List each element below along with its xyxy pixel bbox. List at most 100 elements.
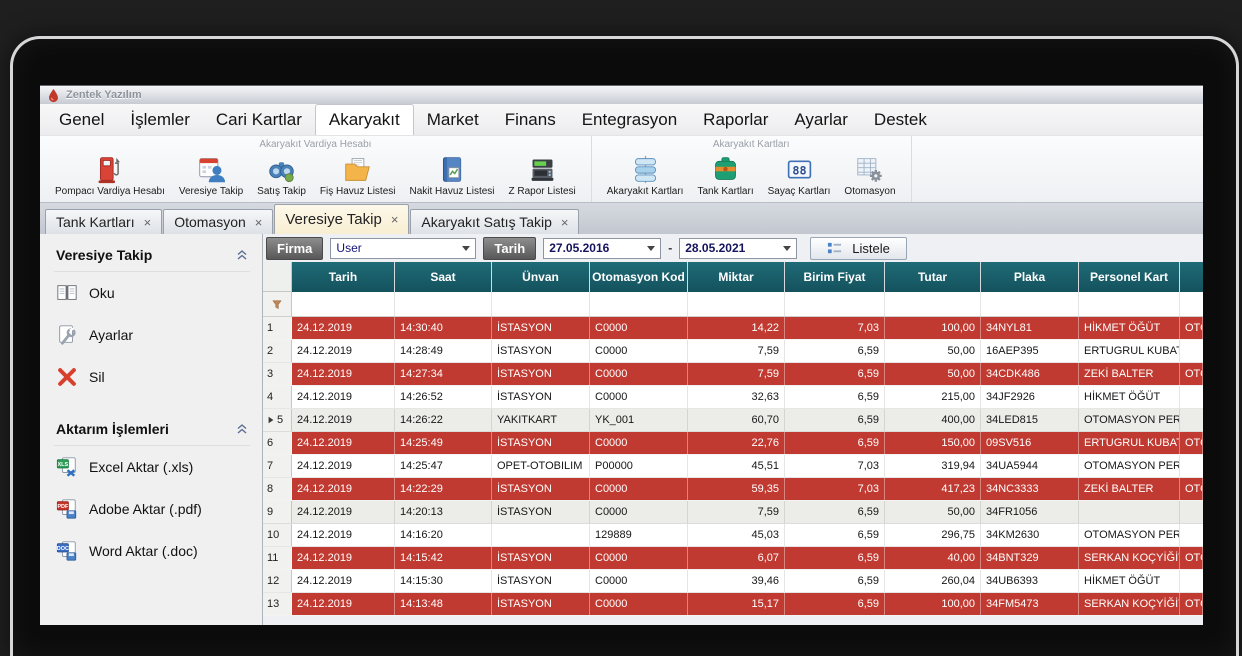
table-row[interactable]: 524.12.201914:26:22YAKITKARTYK_00160,706… <box>263 409 1203 432</box>
column-header-tutar[interactable]: Tutar <box>885 262 981 292</box>
table-cell: 24.12.2019 <box>292 593 395 615</box>
column-header-miktar[interactable]: Miktar <box>688 262 785 292</box>
filter-cell[interactable] <box>292 292 395 316</box>
tab-close-icon[interactable]: × <box>144 215 152 230</box>
ribbon-button-akaryakit-kartlari[interactable]: Akaryakıt Kartları <box>600 153 691 199</box>
menu-item-market[interactable]: Market <box>414 104 492 135</box>
table-cell: 100,00 <box>885 593 981 615</box>
column-header-unvan[interactable]: Ünvan <box>492 262 590 292</box>
table-row[interactable]: 424.12.201914:26:52İSTASYONC000032,636,5… <box>263 386 1203 409</box>
ribbon-button-otomasyon[interactable]: Otomasyon <box>837 153 902 199</box>
table-cell: 260,04 <box>885 570 981 592</box>
table-row[interactable]: 1024.12.201914:16:2012988945,036,59296,7… <box>263 524 1203 547</box>
filter-cell[interactable] <box>590 292 688 316</box>
table-row[interactable]: 1224.12.201914:15:30İSTASYONC000039,466,… <box>263 570 1203 593</box>
menu-item-akaryakit[interactable]: Akaryakıt <box>315 104 414 135</box>
menu-item-cari-kartlar[interactable]: Cari Kartlar <box>203 104 315 135</box>
firma-select[interactable]: User <box>330 238 476 259</box>
table-cell: 15,17 <box>688 593 785 615</box>
sidebar-item-sil[interactable]: Sil <box>54 356 250 398</box>
column-header-personel-kart[interactable]: Personel Kart <box>1079 262 1180 292</box>
ribbon-button-tank-kartlari[interactable]: Tank Kartları <box>690 153 760 199</box>
filter-cell[interactable] <box>395 292 492 316</box>
table-row[interactable]: 1324.12.201914:13:48İSTASYONC000015,176,… <box>263 593 1203 616</box>
column-header-extra[interactable] <box>1180 262 1203 292</box>
filter-toolbar: Firma User Tarih 27.05.2016 - 28.05.2021 <box>263 234 1203 262</box>
filter-cell[interactable] <box>885 292 981 316</box>
column-header-plaka[interactable]: Plaka <box>981 262 1079 292</box>
table-row[interactable]: 924.12.201914:20:13İSTASYONC00007,596,59… <box>263 501 1203 524</box>
ribbon-button-sayac-kartlari[interactable]: 88Sayaç Kartları <box>761 153 838 199</box>
table-cell: 34NC3333 <box>981 478 1079 500</box>
column-header-otomasyon-kod[interactable]: Otomasyon Kod <box>590 262 688 292</box>
menu-item-raporlar[interactable]: Raporlar <box>690 104 781 135</box>
menu-item-finans[interactable]: Finans <box>492 104 569 135</box>
filter-cell[interactable] <box>492 292 590 316</box>
table-cell: 34CDK486 <box>981 363 1079 385</box>
sidebar-item-ayarlar[interactable]: Ayarlar <box>54 314 250 356</box>
table-row[interactable]: 824.12.201914:22:29İSTASYONC000059,357,0… <box>263 478 1203 501</box>
row-indicator: 7 <box>263 455 292 477</box>
tab-veresiye-takip[interactable]: Veresiye Takip× <box>274 204 409 234</box>
listele-button[interactable]: Listele <box>810 237 907 260</box>
table-filter-row[interactable] <box>263 292 1203 317</box>
row-number: 10 <box>267 529 279 541</box>
ribbon-button-satis-takip[interactable]: Satış Takip <box>250 153 313 199</box>
date-from-select[interactable]: 27.05.2016 <box>543 238 661 259</box>
sidebar-item-oku[interactable]: Oku <box>54 272 250 314</box>
table-cell <box>1180 386 1203 408</box>
ribbon-button-nakit-havuz-listesi[interactable]: Nakit Havuz Listesi <box>402 153 501 199</box>
filter-cell[interactable] <box>688 292 785 316</box>
row-indicator: 4 <box>263 386 292 408</box>
tarih-label: Tarih <box>483 237 536 260</box>
row-number: 5 <box>277 414 283 426</box>
table-cell: 129889 <box>590 524 688 546</box>
ribbon-button-z-rapor-listesi[interactable]: Z Rapor Listesi <box>502 153 583 199</box>
table-cell: İSTASYON <box>492 340 590 362</box>
filter-cell[interactable] <box>1079 292 1180 316</box>
row-indicator-header <box>263 262 292 292</box>
table-row[interactable]: 224.12.201914:28:49İSTASYONC00007,596,59… <box>263 340 1203 363</box>
tab-close-icon[interactable]: × <box>255 215 263 230</box>
column-header-tarih[interactable]: Tarih <box>292 262 395 292</box>
table-cell: 14:26:52 <box>395 386 492 408</box>
sidebar-item-excel-aktar-xls[interactable]: XLSExcel Aktar (.xls) <box>54 446 250 488</box>
table-cell: 59,35 <box>688 478 785 500</box>
date-to-select[interactable]: 28.05.2021 <box>679 238 797 259</box>
table-cell <box>1180 455 1203 477</box>
sidebar-item-adobe-aktar-pdf[interactable]: PDFAdobe Aktar (.pdf) <box>54 488 250 530</box>
menu-item-genel[interactable]: Genel <box>46 104 117 135</box>
filter-cell[interactable] <box>1180 292 1203 316</box>
filter-cell[interactable] <box>785 292 885 316</box>
sidebar-section-header-aktarim-islemleri[interactable]: Aktarım İşlemleri <box>54 414 250 446</box>
table-cell <box>1180 524 1203 546</box>
menu-item-destek[interactable]: Destek <box>861 104 940 135</box>
column-header-birim-fiyat[interactable]: Birim Fiyat <box>785 262 885 292</box>
table-cell: HİKMET ÖĞÜT <box>1079 317 1180 339</box>
column-header-saat[interactable]: Saat <box>395 262 492 292</box>
ribbon-button-fis-havuz-listesi[interactable]: Fiş Havuz Listesi <box>313 153 403 199</box>
tab-close-icon[interactable]: × <box>391 212 399 227</box>
tab-tank-kartlari[interactable]: Tank Kartları× <box>45 209 162 234</box>
menu-item-ayarlar[interactable]: Ayarlar <box>781 104 861 135</box>
ribbon-button-pompaci-vardiya-hesabi[interactable]: Pompacı Vardiya Hesabı <box>48 153 172 199</box>
menu-item-islemler[interactable]: İşlemler <box>117 104 203 135</box>
app-logo-icon <box>46 88 61 103</box>
tab-close-icon[interactable]: × <box>561 215 569 230</box>
row-indicator: 10 <box>263 524 292 546</box>
table-row[interactable]: 724.12.201914:25:47OPET-OTOBILIMP0000045… <box>263 455 1203 478</box>
table-row[interactable]: 124.12.201914:30:40İSTASYONC000014,227,0… <box>263 317 1203 340</box>
table-row[interactable]: 1124.12.201914:15:42İSTASYONC00006,076,5… <box>263 547 1203 570</box>
sidebar-item-word-aktar-doc[interactable]: DOCWord Aktar (.doc) <box>54 530 250 572</box>
table-row[interactable]: 324.12.201914:27:34İSTASYONC00007,596,59… <box>263 363 1203 386</box>
tab-otomasyon[interactable]: Otomasyon× <box>163 209 273 234</box>
filter-cell[interactable] <box>981 292 1079 316</box>
tab-akaryakit-satis-takip[interactable]: Akaryakıt Satış Takip× <box>410 209 579 234</box>
menu-item-entegrasyon[interactable]: Entegrasyon <box>569 104 690 135</box>
ribbon-button-veresiye-takip[interactable]: Veresiye Takip <box>172 153 250 199</box>
row-number: 13 <box>267 598 279 610</box>
table-cell: İSTASYON <box>492 547 590 569</box>
ribbon-group-akaryakit-kartlari: Akaryakıt KartlarıAkaryakıt KartlarıTank… <box>592 136 912 202</box>
table-row[interactable]: 624.12.201914:25:49İSTASYONC000022,766,5… <box>263 432 1203 455</box>
sidebar-section-header-veresiye-takip[interactable]: Veresiye Takip <box>54 240 250 272</box>
